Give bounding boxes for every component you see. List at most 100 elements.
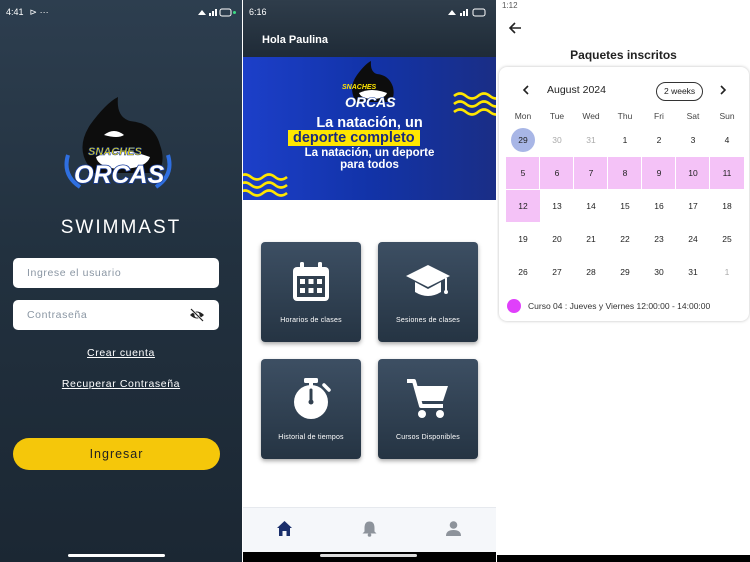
status-time: 1:12 [502, 0, 518, 10]
format-toggle-button[interactable]: 2 weeks [656, 82, 704, 101]
day-number: 11 [722, 168, 732, 178]
graduation-cap-icon [406, 265, 450, 296]
calendar-day[interactable]: 15 [608, 190, 642, 222]
course-color-dot [507, 299, 521, 313]
calendar-day[interactable]: 1 [608, 124, 642, 156]
status-bar: 1:12 [497, 0, 750, 10]
weekday-header: Mon [514, 111, 532, 121]
password-placeholder: Contraseña [27, 309, 88, 321]
login-button[interactable]: Ingresar [13, 438, 220, 470]
calendar-day[interactable]: 3 [676, 124, 710, 156]
create-account-link[interactable]: Crear cuenta [0, 347, 242, 359]
bell-icon[interactable] [361, 520, 378, 537]
day-number: 10 [688, 168, 698, 178]
gesture-handle[interactable] [320, 554, 417, 557]
calendar-day[interactable]: 2 [642, 124, 676, 156]
calendar-day[interactable]: 26 [506, 256, 540, 288]
calendar-day-today[interactable]: 29 [506, 124, 540, 156]
calendar-day[interactable]: 27 [540, 256, 574, 288]
calendar-day[interactable]: 22 [608, 223, 642, 255]
bottom-navigation [243, 507, 496, 552]
calendar-day-enrolled[interactable]: 12 [505, 189, 541, 223]
calendar-day[interactable]: 31 [676, 256, 710, 288]
day-number: 1 [622, 135, 628, 145]
calendar-day[interactable]: 19 [506, 223, 540, 255]
class-schedule-tile[interactable]: Horarios de clases [261, 242, 361, 342]
day-number: 8 [622, 168, 628, 178]
course-legend-text: Curso 04 : Jueves y Viernes 12:00:00 - 1… [528, 301, 711, 311]
calendar-day[interactable]: 16 [642, 190, 676, 222]
calendar-day[interactable]: 25 [710, 223, 744, 255]
calendar-day-enrolled[interactable]: 5 [505, 156, 541, 190]
calendar-day[interactable]: 24 [676, 223, 710, 255]
calendar-day[interactable]: 18 [710, 190, 744, 222]
calendar-day-enrolled[interactable]: 7 [573, 156, 609, 190]
calendar-day[interactable]: 31 [574, 124, 608, 156]
home-icon[interactable] [276, 520, 293, 537]
recover-password-link[interactable]: Recuperar Contraseña [0, 378, 242, 390]
calendar-day[interactable]: 23 [642, 223, 676, 255]
person-icon[interactable] [445, 520, 462, 537]
visibility-off-icon[interactable] [189, 308, 205, 322]
calendar-day-enrolled[interactable]: 9 [641, 156, 677, 190]
day-number: 6 [554, 168, 560, 178]
calendar-icon [293, 262, 329, 301]
username-placeholder: Ingrese el usuario [27, 267, 122, 279]
tile-label: Sesiones de clases [396, 317, 460, 324]
back-arrow-icon[interactable] [508, 21, 522, 35]
day-number: 27 [552, 267, 562, 277]
available-courses-tile[interactable]: Cursos Disponibles [378, 359, 478, 459]
calendar-day[interactable]: 4 [710, 124, 744, 156]
tile-label: Historial de tiempos [278, 434, 344, 441]
banner-headline: La natación, un [316, 115, 423, 131]
calendar-day[interactable]: 1 [710, 256, 744, 288]
banner-logo-text-2: ORCAS [345, 94, 396, 110]
signal-battery-icon [198, 8, 236, 16]
day-number: 16 [654, 201, 664, 211]
banner-subtitle-2: para todos [340, 159, 399, 171]
calendar-day[interactable]: 29 [608, 256, 642, 288]
calendar-day[interactable]: 21 [574, 223, 608, 255]
day-number: 25 [722, 234, 732, 244]
class-sessions-tile[interactable]: Sesiones de clases [378, 242, 478, 342]
calendar-day[interactable]: 14 [574, 190, 608, 222]
day-number: 29 [511, 128, 535, 152]
status-bar: 4:41 ⊳ ··· [0, 0, 242, 24]
banner-logo-text-1: SNACHES [342, 84, 377, 91]
day-number: 29 [620, 267, 630, 277]
calendar-day[interactable]: 13 [540, 190, 574, 222]
login-screen: 4:41 ⊳ ··· SNACHES ORCAS SWIMMAST Ingres… [0, 0, 242, 562]
calendar-day-enrolled[interactable]: 6 [539, 156, 575, 190]
calendar-day-enrolled[interactable]: 11 [709, 156, 745, 190]
calendar-day[interactable]: 30 [540, 124, 574, 156]
weekday-header: Thu [617, 111, 633, 121]
stopwatch-icon [294, 378, 331, 419]
day-number: 17 [688, 201, 698, 211]
weekday-header: Fri [654, 111, 664, 121]
calendar-day[interactable]: 17 [676, 190, 710, 222]
calendar-day[interactable]: 20 [540, 223, 574, 255]
day-number: 19 [518, 234, 528, 244]
chevron-left-icon[interactable] [519, 83, 533, 97]
system-icons [196, 8, 236, 17]
calendar-day[interactable]: 28 [574, 256, 608, 288]
chevron-right-icon[interactable] [716, 83, 730, 97]
gesture-handle[interactable] [68, 554, 165, 557]
day-number: 4 [724, 135, 730, 145]
wave-decoration-icon [243, 173, 288, 197]
calendar-day-enrolled[interactable]: 8 [607, 156, 643, 190]
username-input[interactable]: Ingrese el usuario [13, 258, 219, 288]
time-history-tile[interactable]: Historial de tiempos [261, 359, 361, 459]
day-number: 30 [552, 135, 562, 145]
snaches-orcas-logo: SNACHES ORCAS [64, 97, 172, 190]
weekday-header: Wed [582, 111, 600, 121]
weekday-header: Tue [549, 111, 565, 121]
home-screen: 6:16 Hola Paulina SNACHES ORCAS La natac… [243, 0, 496, 562]
calendar-day[interactable]: 30 [642, 256, 676, 288]
day-number: 1 [724, 267, 730, 277]
day-number: 28 [586, 267, 596, 277]
page-title: Paquetes inscritos [570, 48, 677, 62]
day-number: 30 [654, 267, 664, 277]
password-input[interactable]: Contraseña [13, 300, 219, 330]
calendar-day-enrolled[interactable]: 10 [675, 156, 711, 190]
